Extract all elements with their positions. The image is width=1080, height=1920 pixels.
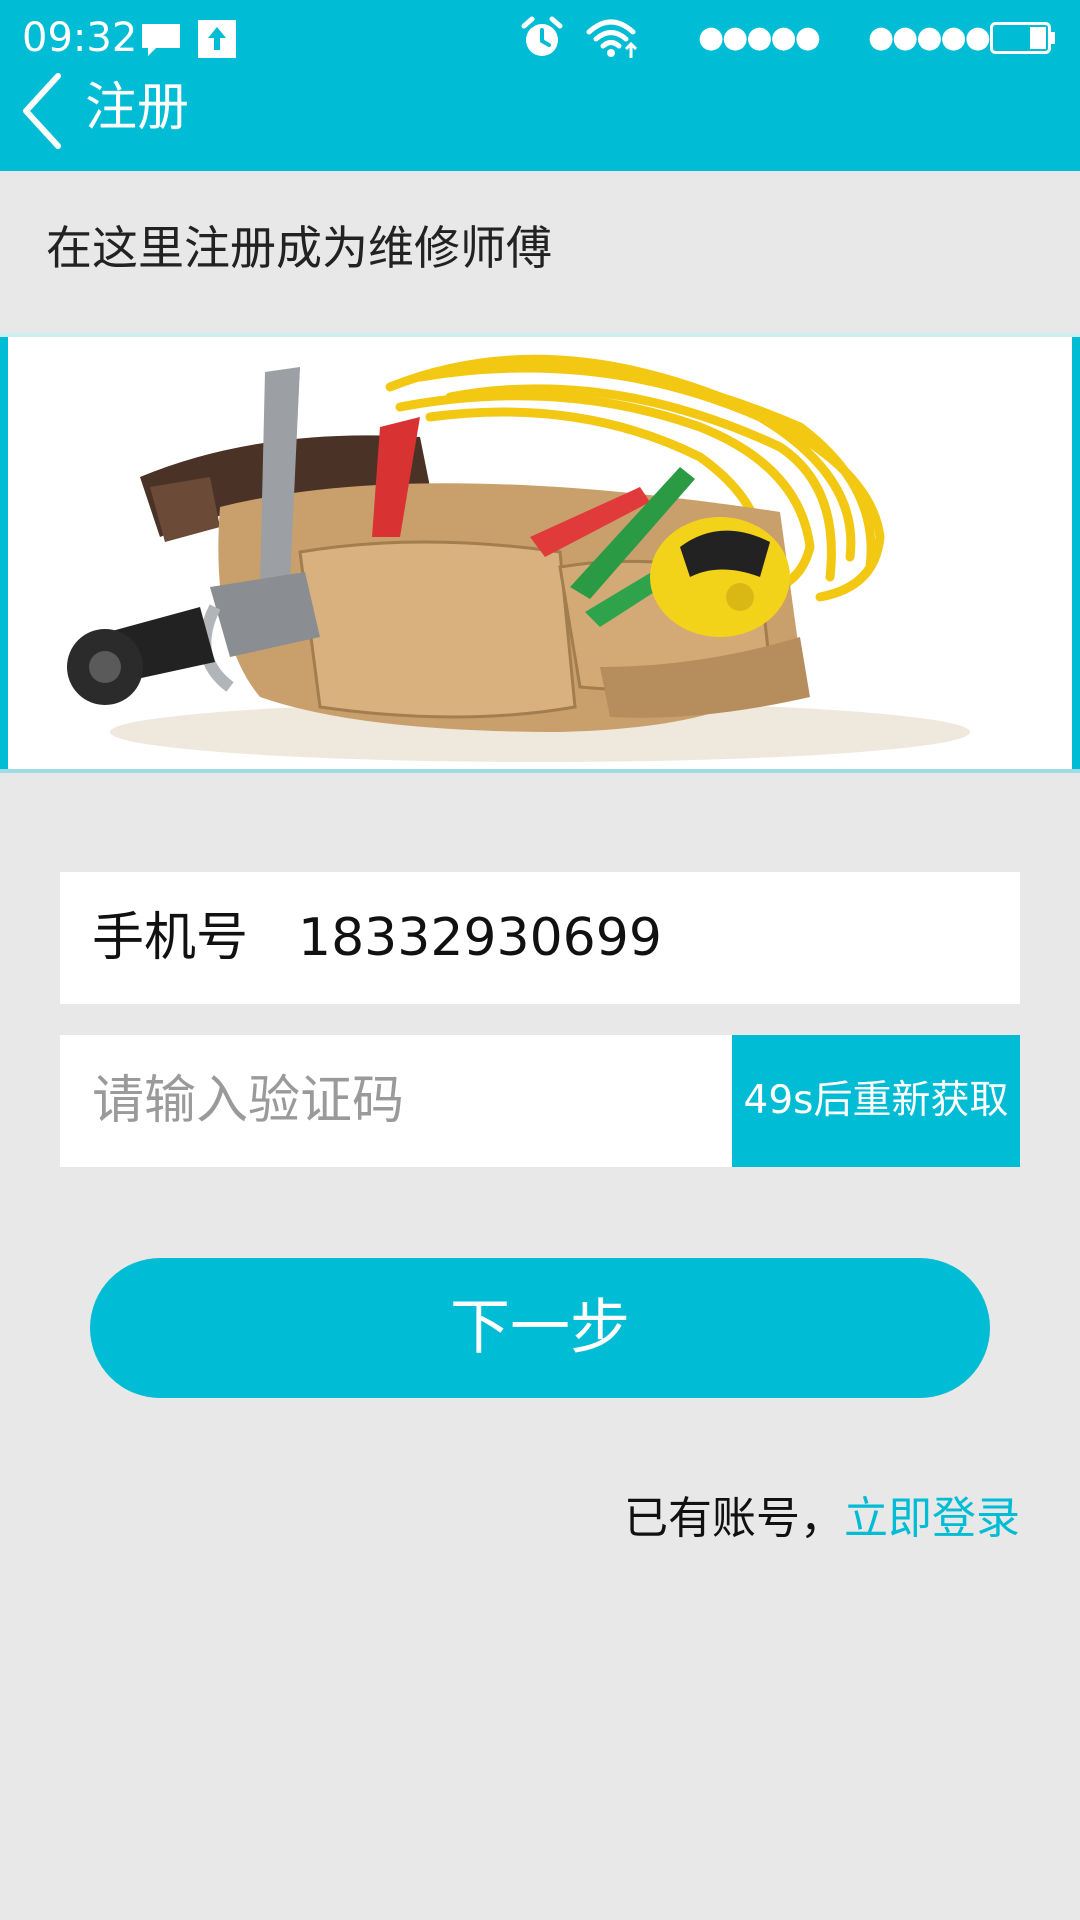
tool-belt-banner: [0, 333, 1080, 773]
wifi-icon: [586, 19, 638, 58]
verification-code-input[interactable]: [92, 1067, 712, 1135]
login-prompt-row: 已有账号，立即登录: [624, 1490, 1020, 1548]
page-title: 注册: [85, 78, 190, 138]
intro-text: 在这里注册成为维修师傅: [46, 221, 552, 275]
battery-icon: [990, 22, 1055, 54]
login-prompt-text: 已有账号，: [624, 1493, 844, 1544]
signal-icon: ●●●●●: [698, 20, 821, 55]
signal-icon: ●●●●●: [868, 20, 991, 55]
next-step-button[interactable]: 下一步: [90, 1258, 990, 1398]
status-time: 09:32: [22, 15, 138, 61]
app-header: 09:32 ●●●●● ●●●●● 注册: [0, 0, 1080, 171]
title-bar: 注册: [0, 73, 1080, 171]
back-button[interactable]: [14, 66, 74, 156]
phone-value[interactable]: 18332930699: [298, 906, 662, 970]
status-bar: 09:32 ●●●●● ●●●●●: [0, 0, 1080, 76]
resend-code-button[interactable]: 49s后重新获取: [732, 1035, 1020, 1167]
tool-belt-illustration: [67, 354, 970, 762]
phone-field[interactable]: 手机号 18332930699: [60, 872, 1020, 1004]
upload-icon: [198, 20, 236, 58]
phone-label: 手机号: [92, 908, 249, 968]
message-icon: [142, 24, 180, 56]
alarm-icon: [521, 16, 563, 56]
verification-code-field[interactable]: [60, 1035, 732, 1167]
login-link[interactable]: 立即登录: [844, 1493, 1020, 1544]
